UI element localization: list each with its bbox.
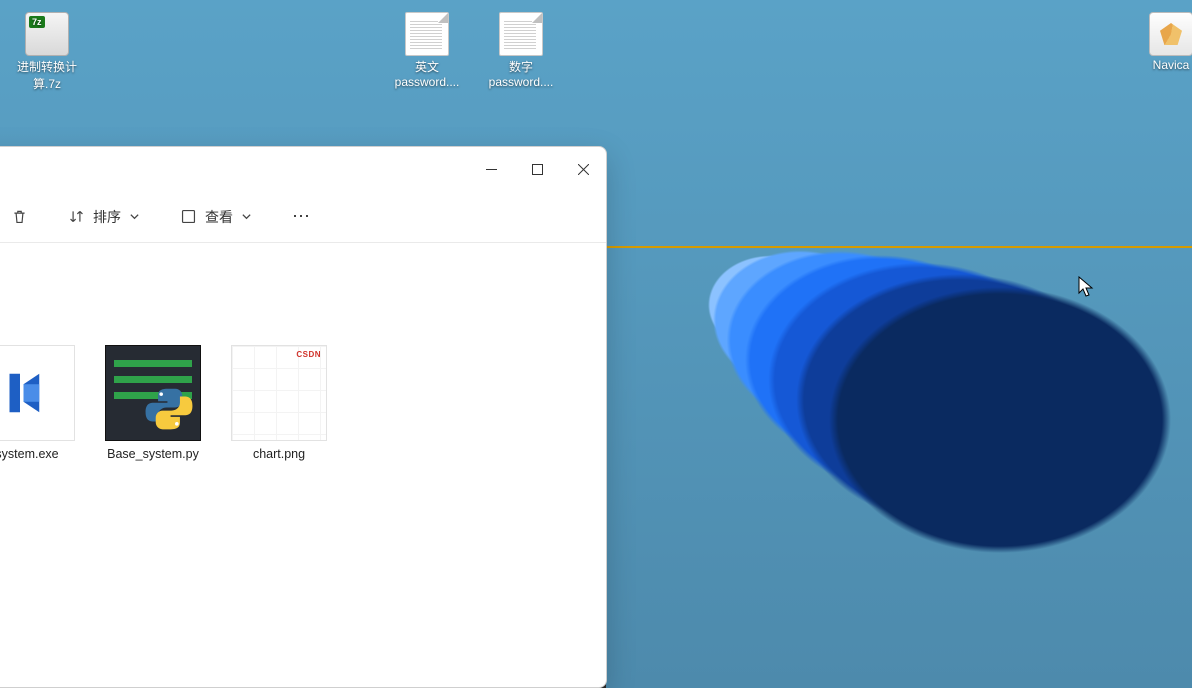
desktop-icon-navicat[interactable]: Navica <box>1128 12 1192 72</box>
more-button[interactable]: ⋯ <box>284 200 320 233</box>
desktop-icon-7z[interactable]: 进制转换计算.7z <box>4 12 90 92</box>
exe-file-icon <box>0 345 75 441</box>
file-item[interactable]: chart.png <box>223 339 335 467</box>
desktop-icon-label: Navica <box>1128 58 1192 72</box>
view-label: 查看 <box>205 207 233 227</box>
maximize-button[interactable] <box>514 153 560 185</box>
close-icon <box>578 164 589 175</box>
file-label: chart.png <box>225 447 333 461</box>
desktop-icon-label: 数字password.... <box>478 58 564 89</box>
sort-label: 排序 <box>93 207 121 227</box>
titlebar[interactable] <box>0 147 606 191</box>
close-button[interactable] <box>560 153 606 185</box>
trash-icon <box>11 208 28 225</box>
desktop-icon-label: 英文password.... <box>384 58 470 89</box>
file-item[interactable]: system.exe <box>0 339 83 467</box>
desktop-icon-txt-num[interactable]: 数字password.... <box>478 12 564 89</box>
more-icon: ⋯ <box>292 206 312 227</box>
chevron-down-icon <box>129 211 140 222</box>
delete-button[interactable] <box>3 202 36 231</box>
minimize-button[interactable] <box>468 153 514 185</box>
file-grid: system.exe Base_system.py chart.png <box>0 321 606 485</box>
maximize-icon <box>532 164 543 175</box>
desktop-icon-label: 进制转换计算.7z <box>4 58 90 92</box>
chevron-down-icon <box>241 211 252 222</box>
file-label: system.exe <box>0 447 81 461</box>
file-item[interactable]: Base_system.py <box>97 339 209 467</box>
text-file-icon <box>499 12 543 56</box>
desktop-icon-txt-en[interactable]: 英文password.... <box>384 12 470 89</box>
view-button[interactable]: 查看 <box>172 201 260 233</box>
navicat-icon <box>1149 12 1192 56</box>
command-bar: 排序 查看 ⋯ <box>0 191 606 243</box>
view-icon <box>180 208 197 225</box>
file-label: Base_system.py <box>99 447 207 461</box>
sort-button[interactable]: 排序 <box>60 201 148 233</box>
python-file-icon <box>105 345 201 441</box>
minimize-icon <box>486 164 497 175</box>
png-file-icon <box>231 345 327 441</box>
text-file-icon <box>405 12 449 56</box>
explorer-window-1[interactable]: 排序 查看 ⋯ system.exe <box>0 146 607 688</box>
sort-icon <box>68 208 85 225</box>
archive-7z-icon <box>25 12 69 56</box>
